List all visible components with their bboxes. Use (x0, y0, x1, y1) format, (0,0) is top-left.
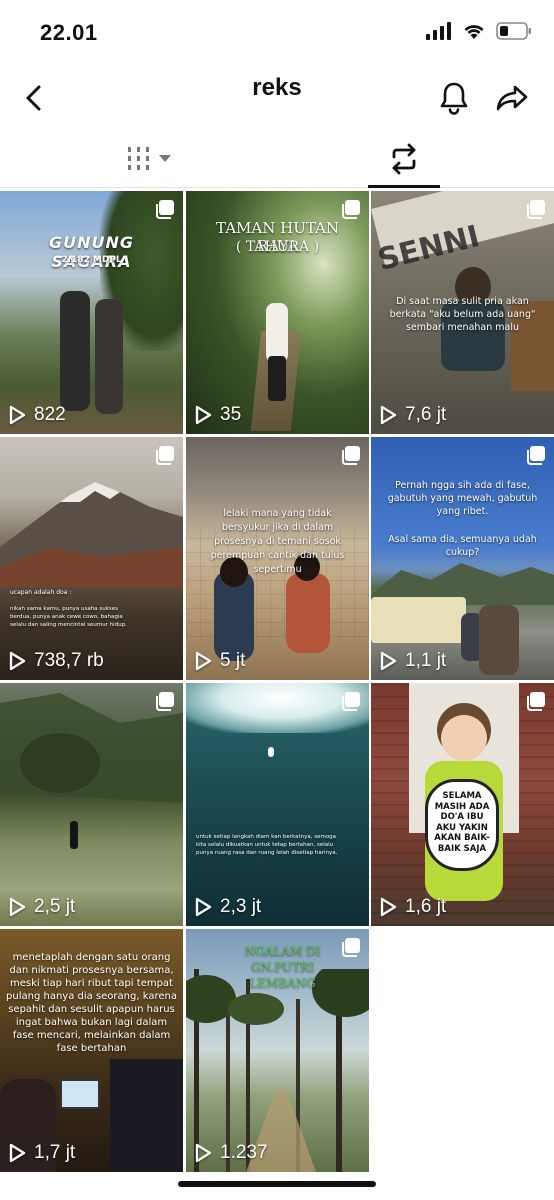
tile-subcaption: nikah sama kamu, punya usaha sukses berd… (10, 606, 127, 628)
tab-videos[interactable] (100, 130, 200, 188)
battery-icon (496, 22, 531, 40)
multi-photo-icon (156, 200, 174, 219)
tile-subcaption: Asal sama dia, semuanya udah cukup? (388, 534, 537, 558)
play-icon (380, 651, 397, 671)
multi-photo-icon (527, 692, 545, 711)
video-tile[interactable]: GUNUNG SAGARA 2.182 MDPL 822 (0, 191, 183, 434)
multi-photo-icon (342, 446, 360, 465)
view-count-label: 1.237 (220, 1142, 268, 1163)
view-count: 1,7 jt (8, 1142, 75, 1164)
view-count-label: 1,7 jt (34, 1142, 76, 1163)
tile-subcaption: ( TAHURA ) (235, 239, 320, 255)
top-nav: reks (0, 66, 554, 128)
tile-caption: untuk setiap langkah diam kan berkatnya,… (196, 834, 338, 856)
view-count-label: 7,6 jt (405, 404, 447, 425)
tile-caption: Pernah ngga sih ada di fase, gabutuh yan… (387, 480, 538, 517)
view-count: 5 jt (194, 650, 245, 672)
play-icon (9, 651, 26, 671)
view-count-label: 2,5 jt (34, 896, 76, 917)
view-count-label: 1,6 jt (405, 896, 447, 917)
wifi-icon (464, 25, 484, 39)
view-count-label: 35 (220, 404, 242, 425)
bell-icon (440, 82, 468, 115)
video-tile[interactable]: SENNI Di saat masa sulit pria akan berka… (371, 191, 554, 434)
videos-grid-icon (128, 147, 171, 170)
video-tile[interactable]: 2,5 jt (0, 683, 183, 926)
tile-caption: Di saat masa sulit pria akan berkata "ak… (389, 296, 536, 333)
view-count: 35 (194, 404, 241, 426)
active-tab-indicator (368, 185, 440, 188)
view-count: 1,1 jt (379, 650, 446, 672)
video-tile[interactable]: NGALAM DI GN.PUTRI LEMBANG 1.237 (186, 929, 369, 1172)
multi-photo-icon (527, 446, 545, 465)
status-icons (426, 22, 532, 40)
view-count: 2,3 jt (194, 896, 261, 918)
tab-reposts[interactable] (368, 130, 440, 188)
play-icon (195, 897, 212, 917)
view-count-label: 5 jt (220, 650, 246, 671)
tile-caption: SELAMA MASIH ADA DO'A IBU AKU YAKIN AKAN… (434, 791, 490, 854)
status-time: 22.01 (40, 20, 98, 45)
video-tile[interactable]: TAMAN HUTAN RAYA ( TAHURA ) 35 (186, 191, 369, 434)
play-icon (9, 897, 26, 917)
video-tile[interactable]: lelaki mana yang tidak bersyukur jika di… (186, 437, 369, 680)
home-indicator[interactable] (178, 1181, 376, 1187)
multi-photo-icon (156, 692, 174, 711)
view-count-label: 1,1 jt (405, 650, 447, 671)
view-count: 2,5 jt (8, 896, 75, 918)
profile-tabs (0, 130, 554, 188)
view-count-label: 738,7 rb (34, 650, 104, 671)
view-count-label: 822 (34, 404, 66, 425)
tile-caption: NGALAM DI GN.PUTRI LEMBANG (244, 944, 321, 990)
view-count: 7,6 jt (379, 404, 446, 426)
multi-photo-icon (527, 200, 545, 219)
play-icon (195, 1143, 212, 1163)
tile-caption: lelaki mana yang tidak bersyukur jika di… (210, 508, 345, 575)
view-count: 1,6 jt (379, 896, 446, 918)
share-icon (496, 85, 528, 111)
multi-photo-icon (342, 200, 360, 219)
view-count-label: 2,3 jt (220, 896, 262, 917)
status-bar: 22.01 (0, 0, 554, 66)
multi-photo-icon (342, 692, 360, 711)
tile-caption: GUNUNG SAGARA (48, 233, 135, 271)
play-icon (195, 651, 212, 671)
play-icon (380, 897, 397, 917)
multi-photo-icon (156, 446, 174, 465)
view-count: 1.237 (194, 1142, 268, 1164)
tile-caption: ucapan adalah doa : (10, 589, 72, 596)
share-button[interactable] (490, 76, 534, 120)
video-tile[interactable]: untuk setiap langkah diam kan berkatnya,… (186, 683, 369, 926)
video-tile[interactable]: ucapan adalah doa : nikah sama kamu, pun… (0, 437, 183, 680)
video-tile[interactable]: Pernah ngga sih ada di fase, gabutuh yan… (371, 437, 554, 680)
play-icon (380, 405, 397, 425)
play-icon (195, 405, 212, 425)
view-count: 738,7 rb (8, 650, 104, 672)
multi-photo-icon (342, 938, 360, 957)
play-icon (9, 405, 26, 425)
signal-icon (426, 22, 451, 40)
play-icon (9, 1143, 26, 1163)
video-tile[interactable]: SELAMA MASIH ADA DO'A IBU AKU YAKIN AKAN… (371, 683, 554, 926)
notification-button[interactable] (432, 76, 476, 120)
view-count: 822 (8, 404, 66, 426)
repost-icon (392, 143, 416, 175)
tile-caption: menetaplah dengan satu orang dan nikmati… (6, 952, 177, 1054)
tile-subcaption: 2.182 MDPL (61, 255, 122, 265)
video-tile[interactable]: menetaplah dengan satu orang dan nikmati… (0, 929, 183, 1172)
